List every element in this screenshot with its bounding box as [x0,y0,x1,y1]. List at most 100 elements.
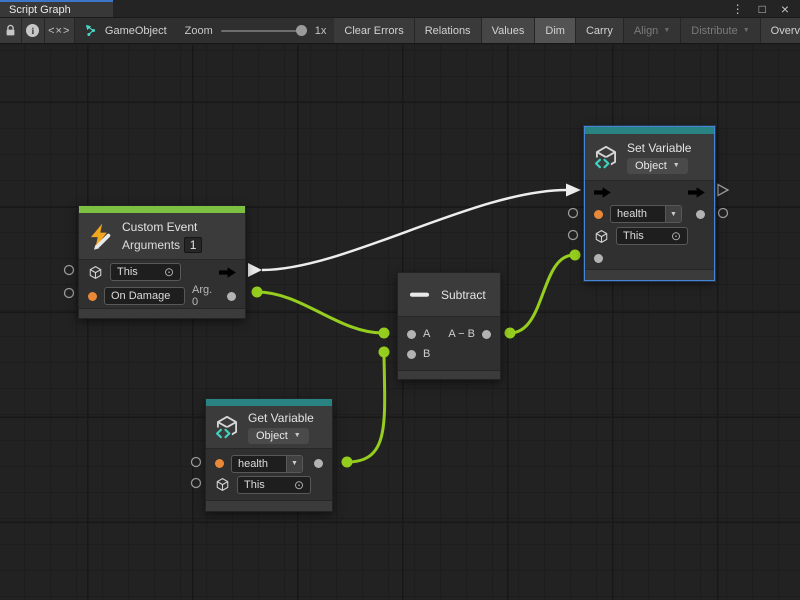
object-picker-icon[interactable]: ⊙ [164,266,174,278]
info-button[interactable]: i [22,18,44,43]
input-b-port[interactable] [407,350,416,359]
flow-wire-custom-event-to-set-variable[interactable] [262,190,567,270]
relations-button[interactable]: Relations [415,18,482,43]
object-picker-icon[interactable]: ⊙ [671,230,681,242]
node-body: health ▼ This ⊙ [585,180,714,269]
external-port[interactable] [65,266,74,275]
maximize-icon[interactable]: □ [759,3,766,15]
distribute-dropdown[interactable]: Distribute ▼ [681,18,760,43]
window-menu-icon[interactable]: ⋮ [732,3,744,15]
overview-button[interactable]: Overv [761,18,800,43]
target-field[interactable]: This ⊙ [237,476,311,494]
node-color-bar [206,399,332,406]
node-set-variable[interactable]: Set Variable Object ▼ health ▼ [584,126,715,281]
wire-endpoint[interactable] [379,328,390,339]
output-port[interactable] [482,330,491,339]
scope-dropdown[interactable]: Object ▼ [248,428,309,444]
distribute-label: Distribute [691,25,737,37]
node-header[interactable]: Subtract [398,273,500,316]
wire-endpoint[interactable] [570,250,581,261]
input-a-label: A [423,328,430,340]
wire-endpoint[interactable] [342,457,353,468]
node-color-bar [585,127,714,134]
target-field[interactable]: This ⊙ [110,263,181,281]
scope-value: Object [635,160,667,172]
clear-errors-button[interactable]: Clear Errors [334,18,414,43]
graph-canvas[interactable]: Custom Event Arguments 1 This ⊙ [0,45,800,600]
wire-endpoint[interactable] [252,287,263,298]
arguments-input[interactable]: 1 [184,237,202,253]
value-in-port[interactable] [88,292,97,301]
external-port[interactable] [65,289,74,298]
variable-name-dropdown[interactable]: health ▼ [231,455,303,473]
external-port[interactable] [192,479,201,488]
input-a-port[interactable] [407,330,416,339]
graph-target[interactable]: GameObject [75,18,177,43]
scope-dropdown[interactable]: Object ▼ [627,158,688,174]
values-toggle[interactable]: Values [482,18,536,43]
cube-icon [594,229,609,244]
value-wire-getvariable-to-subtract-b[interactable] [347,355,385,462]
event-name-field[interactable]: On Damage [104,287,185,305]
window-controls: ⋮ □ × [732,0,800,17]
zoom-slider-handle[interactable] [296,25,307,36]
node-footer [398,370,500,379]
flow-wire-end-arrow[interactable] [566,184,581,197]
cube-icon [88,265,103,280]
object-picker-icon[interactable]: ⊙ [294,479,304,491]
node-header[interactable]: Get Variable Object ▼ [206,406,332,448]
dim-toggle[interactable]: Dim [535,18,576,43]
variable-name-dropdown[interactable]: health ▼ [610,205,682,223]
node-subtract[interactable]: Subtract A A − B B [397,272,501,380]
carry-label: Carry [586,25,613,37]
code-view-button[interactable]: <×> [45,18,75,43]
trigger-out-port[interactable] [219,267,236,278]
external-port[interactable] [719,209,728,218]
node-header[interactable]: Custom Event Arguments 1 [79,213,245,259]
scope-value: Object [256,430,288,442]
arg-label: Arg. 0 [192,284,220,308]
value-out-port[interactable] [696,210,705,219]
zoom-value: 1x [315,25,327,37]
value-out-port[interactable] [227,292,236,301]
port-row-name: health ▼ [585,203,714,225]
flow-wire-start-arrow[interactable] [248,263,262,277]
value-wire-subtract-to-setvariable[interactable] [510,255,574,333]
clear-errors-label: Clear Errors [344,25,403,37]
external-port[interactable] [192,458,201,467]
cube-icon [215,477,230,492]
chevron-down-icon: ▼ [743,27,750,34]
minus-icon [408,283,431,306]
port-row-target: This ⊙ [206,474,332,495]
target-field[interactable]: This ⊙ [616,227,688,245]
graph-toolbar: i <×> GameObject Zoom 1x Clear Errors Re… [0,17,800,44]
close-icon[interactable]: × [781,2,789,16]
value-out-port[interactable] [314,459,323,468]
arguments-label: Arguments [122,238,180,252]
name-in-port[interactable] [594,210,603,219]
external-port[interactable] [569,209,578,218]
align-dropdown[interactable]: Align ▼ [624,18,681,43]
external-port[interactable] [569,231,578,240]
value-in-port[interactable] [594,254,603,263]
code-icon: <×> [48,25,70,37]
tab-bar: Script Graph ⋮ □ × [0,0,800,17]
external-trigger-port[interactable] [718,185,728,196]
node-header[interactable]: Set Variable Object ▼ [585,134,714,180]
values-label: Values [492,25,525,37]
tab-script-graph[interactable]: Script Graph [0,0,113,17]
node-custom-event[interactable]: Custom Event Arguments 1 This ⊙ [78,205,246,319]
carry-button[interactable]: Carry [576,18,624,43]
wire-endpoint[interactable] [379,347,390,358]
node-get-variable[interactable]: Get Variable Object ▼ health ▼ [205,398,333,512]
port-row-flow [585,181,714,203]
lock-button[interactable] [0,18,22,43]
zoom-slider[interactable] [221,30,307,32]
event-name-value: On Damage [111,290,170,302]
trigger-out-port[interactable] [688,187,705,198]
lock-icon [4,24,17,37]
value-wire-arg0-to-subtract-a[interactable] [257,292,383,333]
name-in-port[interactable] [215,459,224,468]
wire-endpoint[interactable] [505,328,516,339]
trigger-in-port[interactable] [594,187,611,198]
